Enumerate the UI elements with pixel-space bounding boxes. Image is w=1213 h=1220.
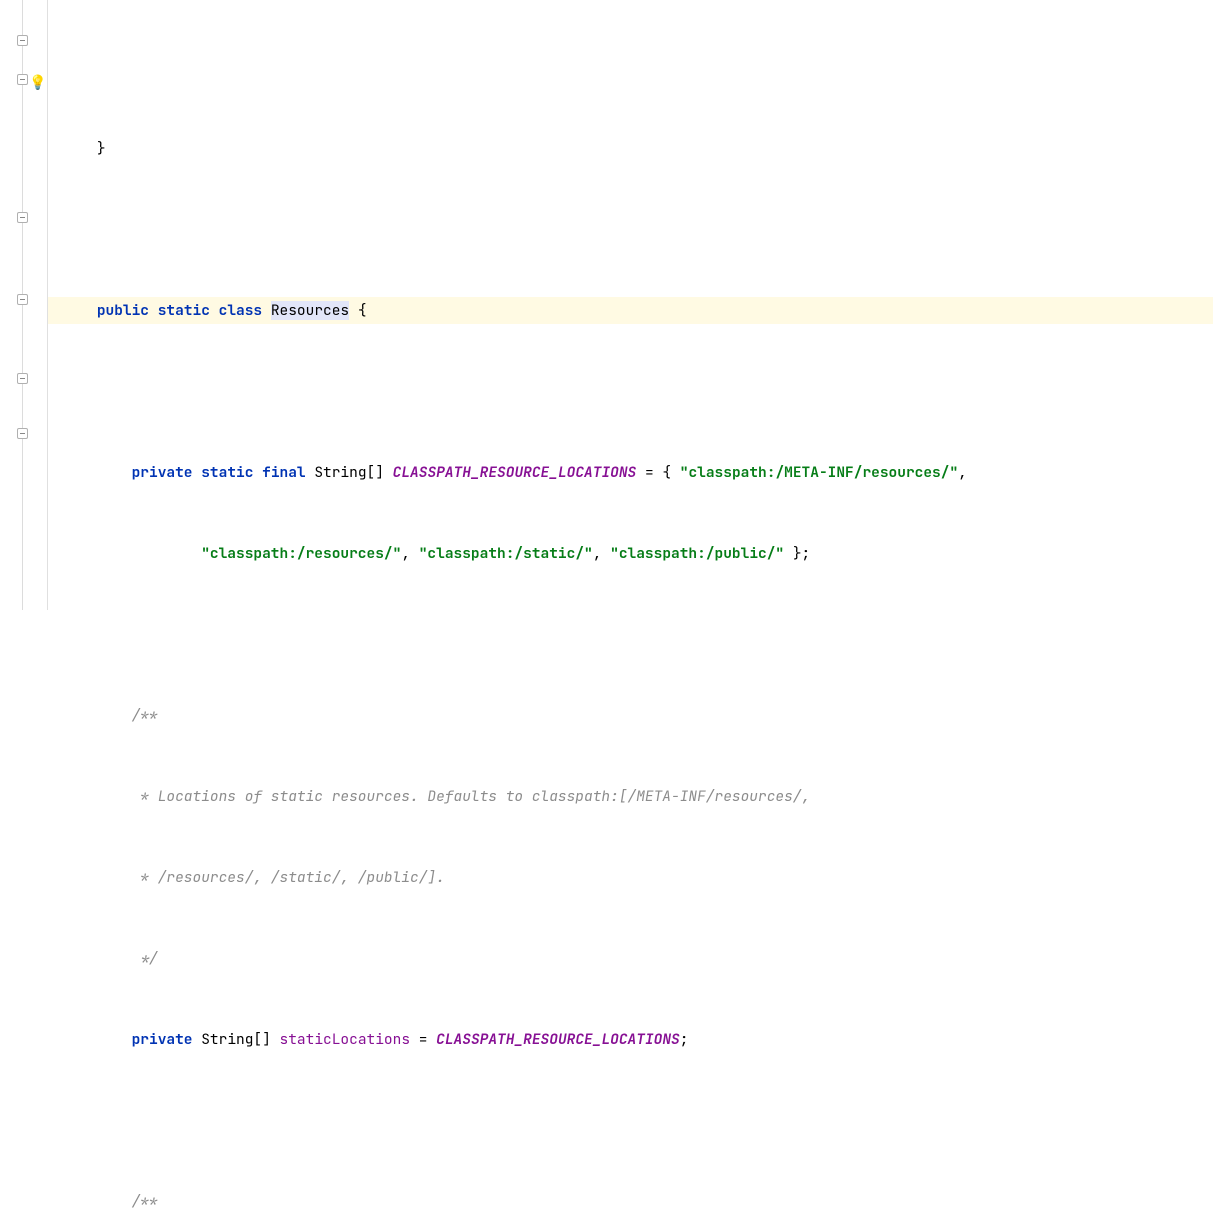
code-line[interactable] [48,1107,1213,1134]
javadoc: * Locations of static resources. Default… [132,787,811,806]
keyword: public [97,301,149,320]
brace: } [97,139,106,158]
code-line[interactable]: */ [48,945,1213,972]
fold-toggle-icon[interactable] [13,369,31,387]
code-area[interactable]: } public static class Resources { privat… [48,0,1213,610]
keyword: class [219,301,263,320]
field-name: CLASSPATH_RESOURCE_LOCATIONS [393,463,637,482]
punct: , [401,544,418,563]
type-name: String[] [314,463,384,482]
code-line[interactable]: private String[] staticLocations = CLASS… [48,1026,1213,1053]
code-line[interactable]: private static final String[] CLASSPATH_… [48,459,1213,486]
operator: = { [636,463,680,482]
code-line[interactable]: "classpath:/resources/", "classpath:/sta… [48,540,1213,567]
javadoc: /** [132,706,158,725]
code-line[interactable]: /** [48,1188,1213,1215]
keyword: private [132,463,193,482]
brace: { [349,301,366,320]
string-literal: "classpath:/resources/" [201,544,401,563]
code-line[interactable]: * /resources/, /static/, /public/]. [48,864,1213,891]
fold-toggle-icon[interactable] [13,424,31,442]
javadoc: /** [132,1192,158,1211]
fold-toggle-icon[interactable] [13,208,31,226]
code-line[interactable] [48,54,1213,81]
code-line[interactable]: } [48,135,1213,162]
keyword: static [201,463,253,482]
field-name: staticLocations [280,1030,411,1049]
code-line[interactable]: * Locations of static resources. Default… [48,783,1213,810]
vertical-scrollbar[interactable] [1201,0,1213,610]
keyword: final [262,463,306,482]
selected-text: Resources [271,301,349,320]
intention-bulb-icon[interactable]: 💡 [29,75,45,91]
code-editor[interactable]: 💡 } public static class Resources { priv… [0,0,1213,610]
punct: ; [680,1030,689,1049]
keyword: static [158,301,210,320]
code-line[interactable] [48,621,1213,648]
fold-toggle-icon[interactable] [13,31,31,49]
code-line[interactable] [48,216,1213,243]
field-ref: CLASSPATH_RESOURCE_LOCATIONS [436,1030,680,1049]
keyword: private [132,1030,193,1049]
code-line[interactable]: /** [48,702,1213,729]
fold-toggle-icon[interactable] [13,290,31,308]
string-literal: "classpath:/META-INF/resources/" [680,463,958,482]
javadoc: */ [132,949,158,968]
operator: = [410,1030,436,1049]
editor-gutter: 💡 [0,0,48,610]
code-line-highlighted[interactable]: public static class Resources { [48,297,1213,324]
punct: }; [784,544,810,563]
punct: , [593,544,610,563]
type-name: String[] [201,1030,271,1049]
punct: , [958,463,967,482]
string-literal: "classpath:/static/" [419,544,593,563]
code-line[interactable] [48,378,1213,405]
javadoc: * /resources/, /static/, /public/]. [132,868,445,887]
string-literal: "classpath:/public/" [610,544,784,563]
